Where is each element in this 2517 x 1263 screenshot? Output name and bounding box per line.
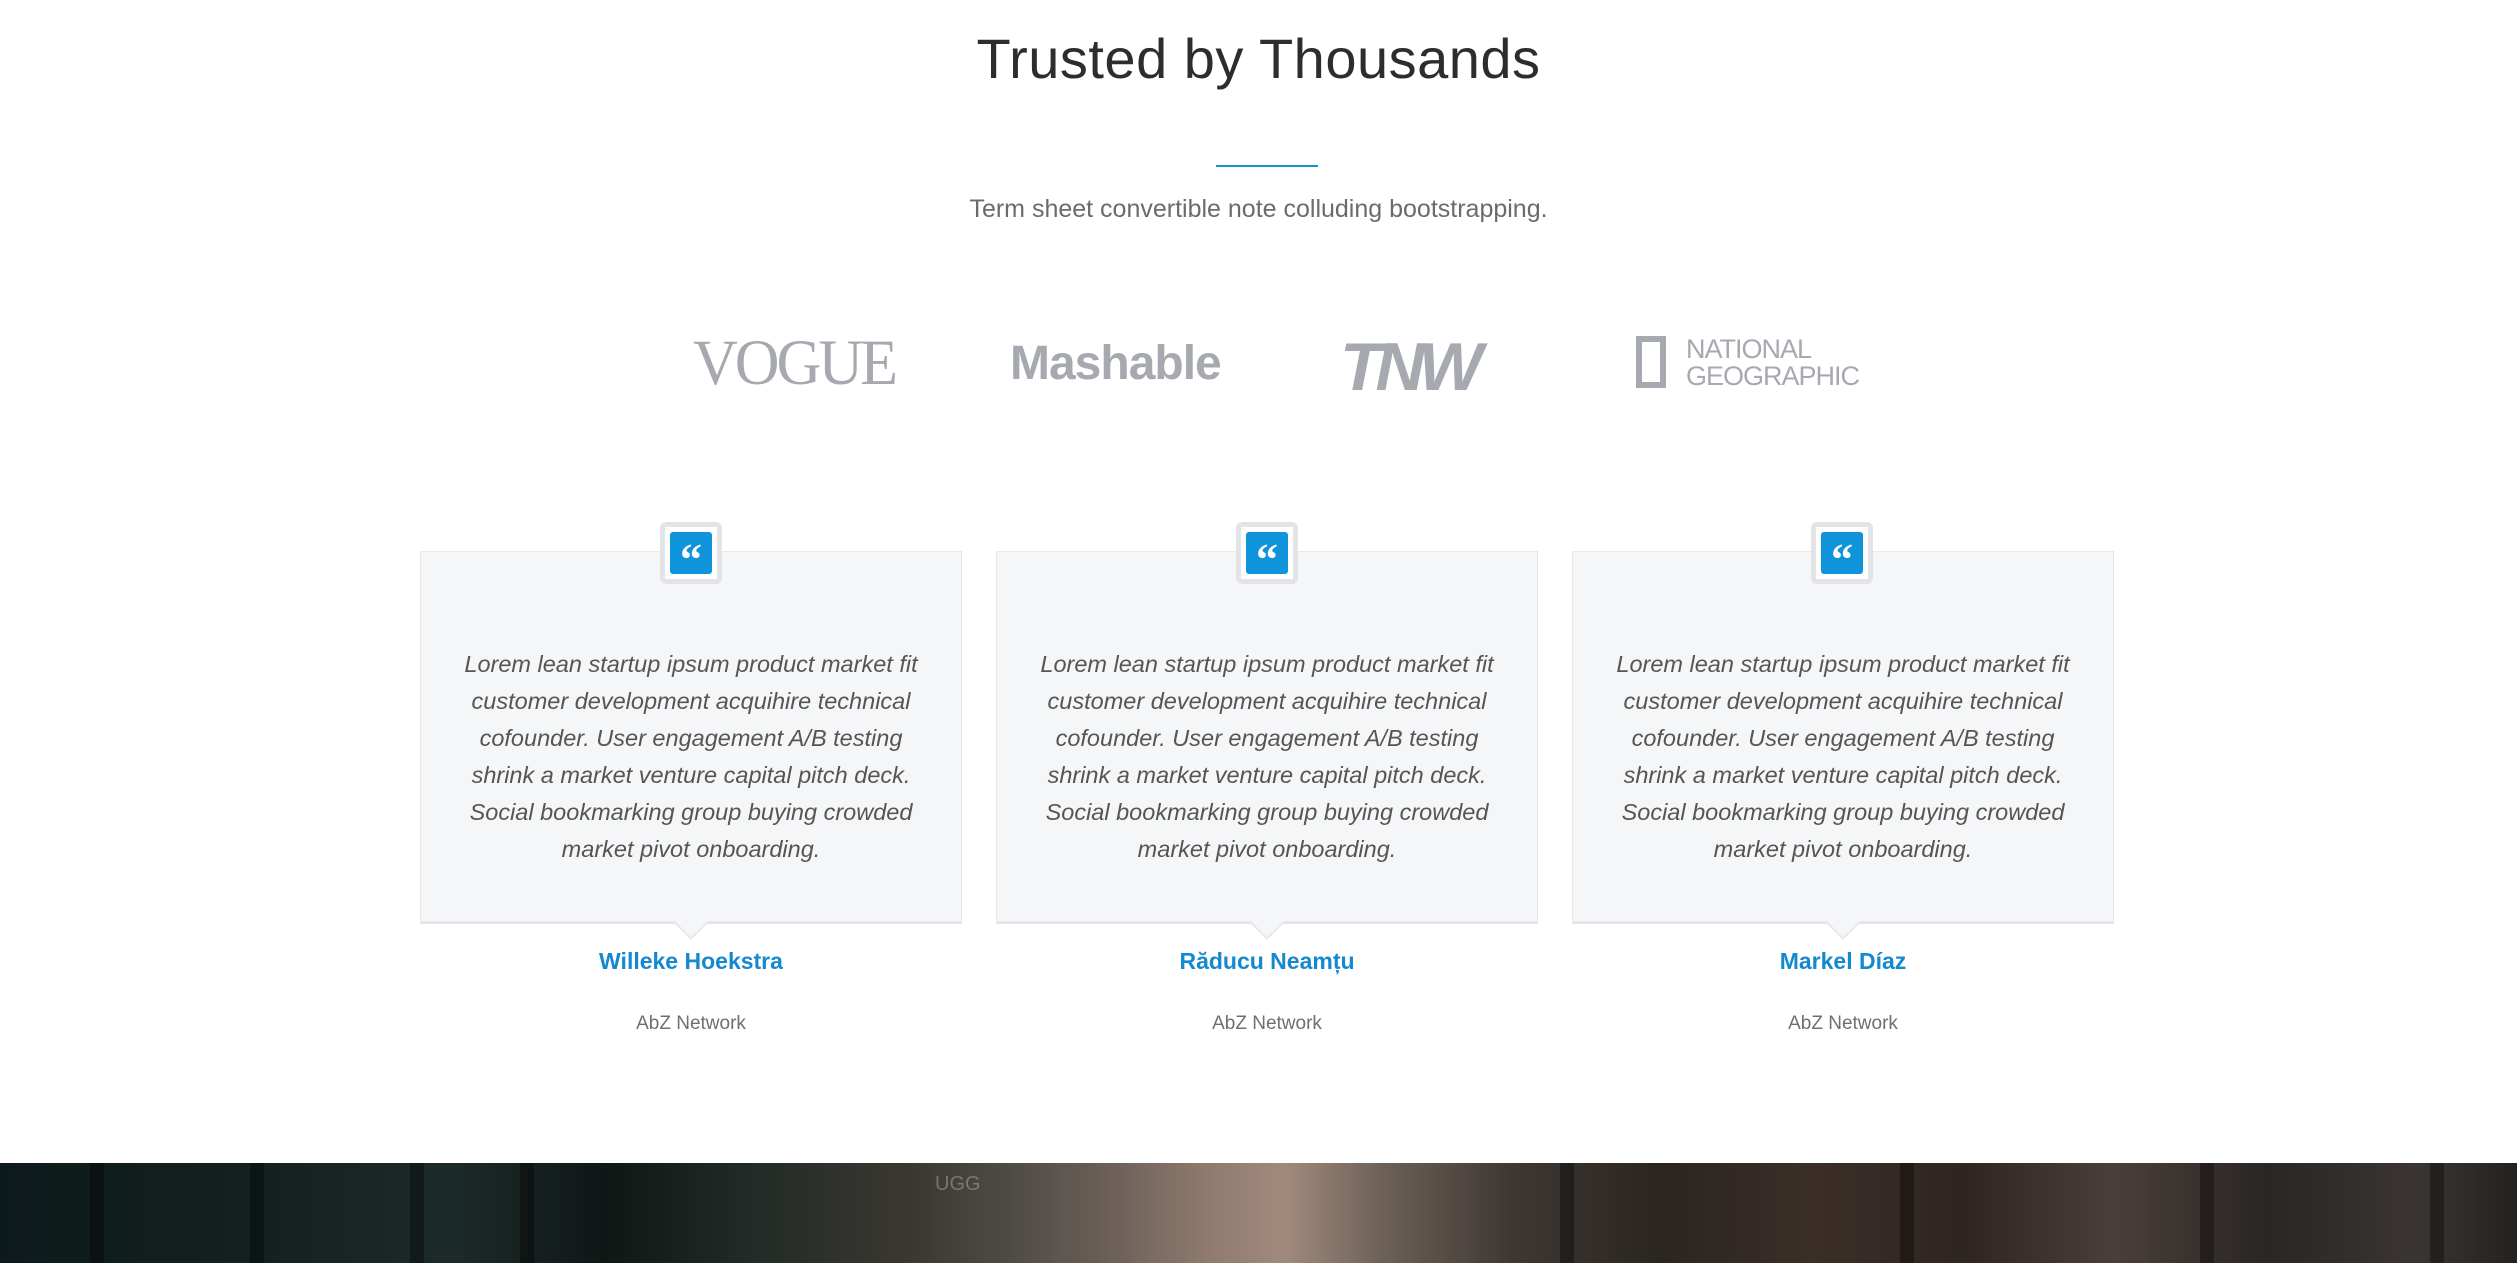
tnw-logo: TNW bbox=[1340, 329, 1483, 405]
testimonial-author: Markel Díaz bbox=[1779, 948, 1907, 974]
section-subtitle: Term sheet convertible note colluding bo… bbox=[969, 195, 1548, 223]
testimonial-card: Lorem lean startup ipsum product market … bbox=[1572, 551, 2114, 940]
quote-badge: “ bbox=[1236, 522, 1298, 584]
testimonial-quote: Lorem lean startup ipsum product market … bbox=[464, 651, 918, 862]
testimonial-author: Răducu Neamțu bbox=[1179, 948, 1355, 974]
testimonial-author: Willeke Hoekstra bbox=[599, 948, 783, 974]
section-title: Trusted by Thousands bbox=[976, 27, 1541, 90]
quote-badge: “ bbox=[1811, 522, 1873, 584]
testimonial-card: Lorem lean startup ipsum product market … bbox=[996, 551, 1538, 940]
testimonials-section: Trusted by Thousands Term sheet converti… bbox=[0, 0, 2517, 1163]
street-photo-banner: UGG bbox=[0, 1163, 2517, 1263]
natgeo-wordmark: NATIONAL GEOGRAPHIC bbox=[1686, 334, 1860, 391]
quote-badge: “ bbox=[660, 522, 722, 584]
testimonial-company: AbZ Network bbox=[1788, 1013, 1898, 1034]
testimonial-quote: Lorem lean startup ipsum product market … bbox=[1616, 651, 2070, 862]
title-divider bbox=[1216, 165, 1318, 167]
natgeo-line-2: GEOGRAPHIC bbox=[1686, 361, 1860, 391]
testimonial-company: AbZ Network bbox=[1212, 1013, 1322, 1034]
quote-icon: “ bbox=[1821, 532, 1863, 582]
vogue-logo: VOGUE bbox=[693, 327, 898, 399]
testimonial-card: Lorem lean startup ipsum product market … bbox=[420, 551, 962, 940]
natgeo-frame-icon bbox=[1636, 336, 1666, 388]
testimonial-company: AbZ Network bbox=[636, 1013, 746, 1034]
press-logos: VOGUE Mashable TNW NATIONAL GEOGRAPHIC bbox=[0, 320, 2517, 420]
quote-icon: “ bbox=[670, 532, 712, 582]
storefront-sign: UGG bbox=[935, 1173, 981, 1195]
quote-icon: “ bbox=[1246, 532, 1288, 582]
mashable-logo: Mashable bbox=[1010, 337, 1222, 390]
natgeo-line-1: NATIONAL bbox=[1686, 334, 1812, 364]
testimonial-quote: Lorem lean startup ipsum product market … bbox=[1040, 651, 1494, 862]
